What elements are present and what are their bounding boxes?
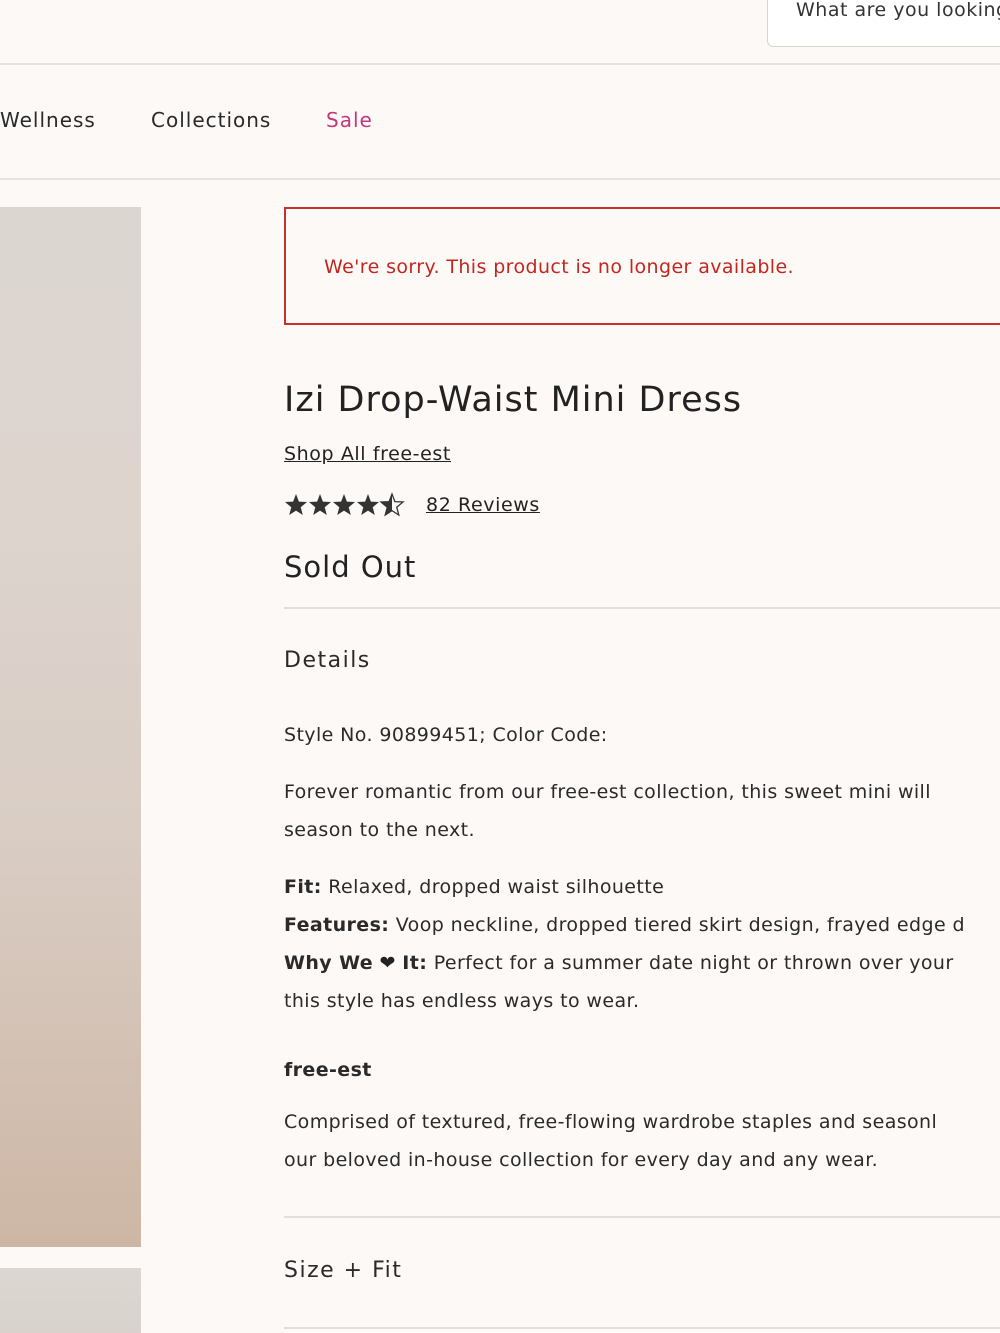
- star-icon: [309, 494, 331, 515]
- heart-icon: ❤: [379, 952, 396, 974]
- why-label: Why We: [284, 952, 374, 974]
- star-icon: [357, 494, 379, 515]
- nav-item-wellness[interactable]: Wellness: [0, 108, 96, 132]
- why-we-love-it-line: Why We ❤ It: Perfect for a summer date n…: [284, 944, 954, 982]
- star-icon: [285, 494, 307, 515]
- section-divider: [284, 1327, 1000, 1329]
- product-page: Wellness Collections Sale We're sorry. T…: [0, 0, 1000, 1333]
- alert-message: We're sorry. This product is no longer a…: [324, 256, 794, 278]
- style-number: Style No. 90899451; Color Code:: [284, 724, 608, 746]
- section-divider: [284, 1216, 1000, 1218]
- nav-item-collections[interactable]: Collections: [151, 108, 271, 132]
- stock-status: Sold Out: [284, 550, 417, 584]
- rating-stars[interactable]: [284, 492, 408, 520]
- brand-description-line: Comprised of textured, free-flowing ward…: [284, 1111, 938, 1133]
- fit-value: Relaxed, dropped waist silhouette: [328, 876, 665, 898]
- brand-heading: free-est: [284, 1059, 372, 1081]
- product-title: Izi Drop-Waist Mini Dress: [284, 380, 743, 420]
- details-heading[interactable]: Details: [284, 648, 371, 673]
- why-label-suffix: It:: [402, 952, 428, 974]
- features-line: Features: Voop neckline, dropped tiered …: [284, 906, 965, 944]
- why-value: Perfect for a summer date night or throw…: [433, 952, 954, 974]
- section-divider: [284, 607, 1000, 609]
- header-divider: [0, 63, 1000, 65]
- brand-description-line: our beloved in-house collection for ever…: [284, 1149, 879, 1171]
- nav-divider: [0, 178, 1000, 180]
- search-input[interactable]: [796, 0, 1000, 23]
- description-line: Forever romantic from our free-est colle…: [284, 781, 931, 803]
- size-fit-heading[interactable]: Size + Fit: [284, 1258, 402, 1283]
- product-main-image[interactable]: [0, 207, 141, 1247]
- product-thumbnail-image[interactable]: [0, 1268, 141, 1333]
- star-icon: [333, 494, 355, 515]
- features-label: Features:: [284, 914, 390, 936]
- nav-item-sale[interactable]: Sale: [326, 108, 373, 132]
- reviews-link[interactable]: 82 Reviews: [426, 494, 540, 516]
- fit-label: Fit:: [284, 876, 322, 898]
- search-box[interactable]: [767, 0, 1000, 47]
- features-value: Voop neckline, dropped tiered skirt desi…: [395, 914, 965, 936]
- shop-all-brand-link[interactable]: Shop All free-est: [284, 443, 451, 465]
- why-value-line: this style has endless ways to wear.: [284, 990, 640, 1012]
- fit-line: Fit: Relaxed, dropped waist silhouette: [284, 868, 664, 906]
- description-line: season to the next.: [284, 819, 475, 841]
- unavailable-alert: We're sorry. This product is no longer a…: [284, 207, 1000, 325]
- half-star-icon: [379, 492, 405, 517]
